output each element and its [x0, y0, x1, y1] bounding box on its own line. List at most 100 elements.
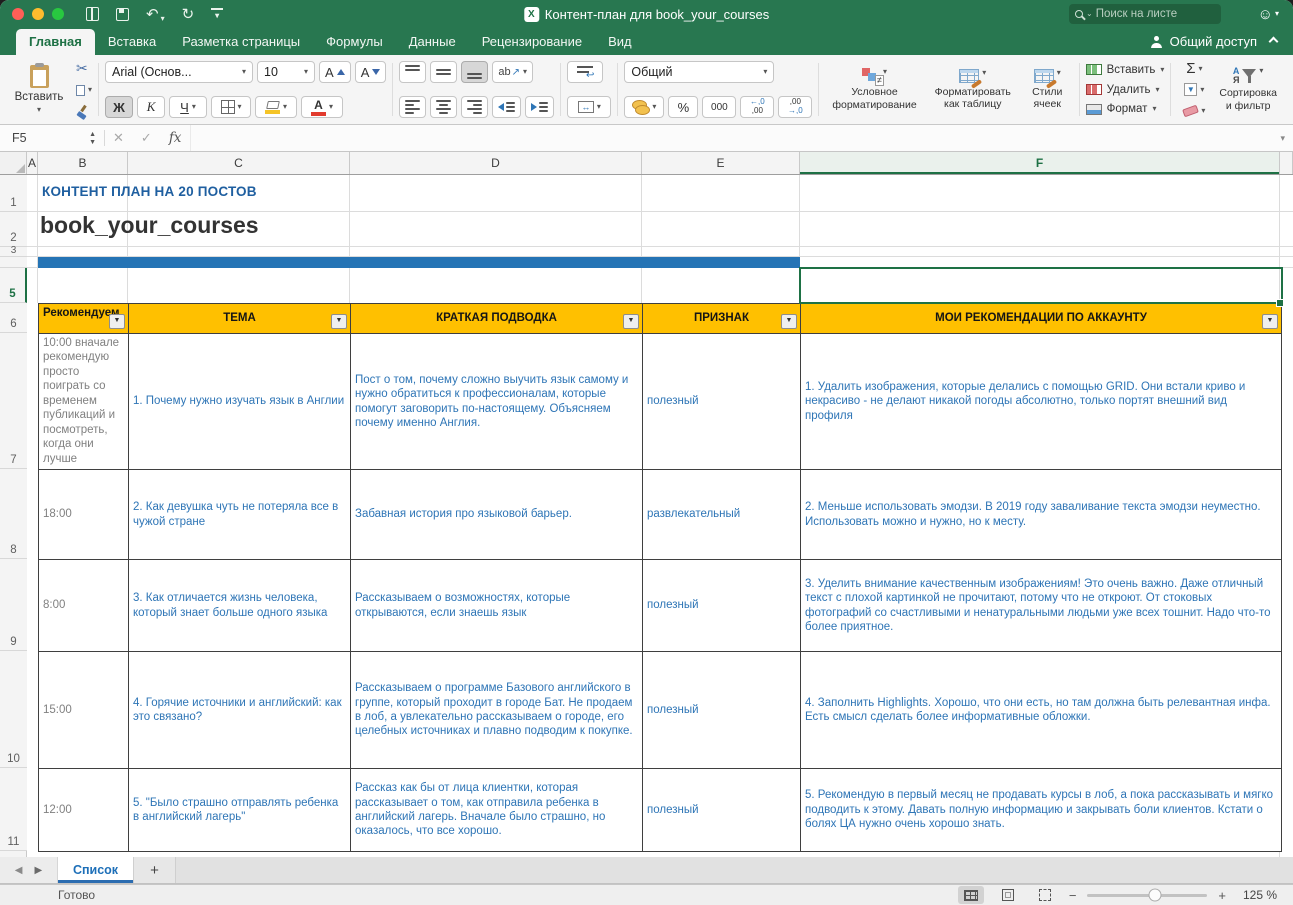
cell-time[interactable]: 12:00 [39, 769, 129, 852]
name-box-stepper[interactable]: ▲▼ [89, 131, 96, 146]
column-header-d[interactable]: D [350, 152, 642, 174]
header-time[interactable]: Рекомендуем▼ [39, 304, 129, 334]
cell-type[interactable]: полезный [643, 652, 801, 769]
formula-bar-expand-icon[interactable]: ▾ [1280, 133, 1285, 144]
cut-button[interactable]: ✂ [76, 61, 88, 75]
cell-time[interactable]: 10:00 вначале рекомендую просто поиграть… [39, 334, 129, 470]
row-header-1[interactable]: 1 [0, 175, 27, 212]
column-header-spare[interactable] [1280, 152, 1293, 174]
fill-button[interactable]: ▼▾ [1177, 80, 1211, 99]
undo-button[interactable]: ↶▾ [146, 5, 165, 23]
cell-topic[interactable]: 5. "Было страшно отправлять ребенка в ан… [129, 769, 351, 852]
share-button[interactable]: Общий доступ [1150, 34, 1293, 55]
zoom-out-button[interactable]: − [1069, 888, 1077, 903]
clear-button[interactable]: ▾ [1177, 101, 1211, 120]
cell-lead[interactable]: Рассказ как бы от лица клиентки, которая… [351, 769, 643, 852]
tab-page-layout[interactable]: Разметка страницы [169, 29, 313, 55]
tab-data[interactable]: Данные [396, 29, 469, 55]
filter-button[interactable]: ▼ [781, 314, 797, 329]
filter-button[interactable]: ▼ [1262, 314, 1278, 329]
filter-button[interactable]: ▼ [623, 314, 639, 329]
cell-topic[interactable]: 1. Почему нужно изучать язык в Англии [129, 334, 351, 470]
align-bottom-button[interactable] [461, 61, 488, 83]
increase-decimal-button[interactable]: ←,0,00 [740, 96, 774, 118]
align-right-button[interactable] [461, 96, 488, 118]
cell-recommendation[interactable]: 2. Меньше использовать эмодзи. В 2019 го… [801, 470, 1282, 560]
cell-recommendation[interactable]: 4. Заполнить Highlights. Хорошо, что они… [801, 652, 1282, 769]
decrease-indent-button[interactable] [492, 96, 521, 118]
row-header-7[interactable]: 7 [0, 333, 27, 469]
column-header-c[interactable]: C [128, 152, 350, 174]
align-middle-button[interactable] [430, 61, 457, 83]
row-header-3[interactable]: 3 [0, 247, 27, 257]
page-break-view-button[interactable] [1032, 886, 1058, 904]
conditional-formatting-button[interactable]: ≠▾ Условное форматирование [825, 68, 923, 110]
cell-type[interactable]: полезный [643, 334, 801, 470]
minimize-button[interactable] [32, 8, 44, 20]
row-header-8[interactable]: 8 [0, 469, 27, 559]
format-cells-button[interactable]: Формат ▾ [1086, 100, 1165, 118]
cell-recommendation[interactable]: 1. Удалить изображения, которые делались… [801, 334, 1282, 470]
underline-button[interactable]: Ч▾ [169, 96, 207, 118]
align-left-button[interactable] [399, 96, 426, 118]
row-header-5[interactable]: 5 [0, 268, 27, 303]
fill-handle[interactable] [1276, 299, 1284, 307]
fullscreen-button[interactable] [52, 8, 64, 20]
font-color-button[interactable]: А ▾ [301, 96, 343, 118]
cell-type[interactable]: полезный [643, 560, 801, 652]
cancel-entry-button[interactable]: ✕ [113, 130, 124, 146]
normal-view-button[interactable] [958, 886, 984, 904]
panes-button[interactable] [86, 7, 99, 21]
row-header-10[interactable]: 10 [0, 651, 27, 768]
row-header-2[interactable]: 2 [0, 212, 27, 247]
toolbar-options-button[interactable]: ▾ [211, 8, 223, 20]
column-header-e[interactable]: E [642, 152, 800, 174]
cell-lead[interactable]: Рассказываем о программе Базового англий… [351, 652, 643, 769]
font-size-select[interactable]: 10 ▾ [257, 61, 315, 83]
merge-center-button[interactable]: ↔ ▾ [567, 96, 611, 118]
header-topic[interactable]: ТЕМА▼ [129, 304, 351, 334]
increase-indent-button[interactable] [525, 96, 554, 118]
autosum-button[interactable]: Σ▾ [1177, 59, 1211, 78]
page-layout-view-button[interactable] [995, 886, 1021, 904]
row-header-11[interactable]: 11 [0, 768, 27, 851]
next-sheet-button[interactable]: ▶ [35, 865, 43, 876]
cell-time[interactable]: 8:00 [39, 560, 129, 652]
percent-format-button[interactable]: % [668, 96, 698, 118]
sheet-tab-spisok[interactable]: Список [58, 857, 134, 883]
cell-time[interactable]: 18:00 [39, 470, 129, 560]
feedback-button[interactable]: ☺ ▾ [1258, 0, 1279, 28]
close-button[interactable] [12, 8, 24, 20]
cell-topic[interactable]: 4. Горячие источники и английский: как э… [129, 652, 351, 769]
format-painter-button[interactable] [76, 105, 89, 118]
row-header-6[interactable]: 6 [0, 303, 27, 333]
bold-button[interactable]: Ж [105, 96, 133, 118]
cell-topic[interactable]: 3. Как отличается жизнь человека, которы… [129, 560, 351, 652]
prev-sheet-button[interactable]: ◀ [15, 865, 23, 876]
filter-button[interactable]: ▼ [331, 314, 347, 329]
italic-button[interactable]: К [137, 96, 165, 118]
tab-review[interactable]: Рецензирование [469, 29, 595, 55]
align-top-button[interactable] [399, 61, 426, 83]
cell-topic[interactable]: 2. Как девушка чуть не потеряла все в чу… [129, 470, 351, 560]
zoom-in-button[interactable]: + [1218, 888, 1226, 903]
header-lead[interactable]: КРАТКАЯ ПОДВОДКА▼ [351, 304, 643, 334]
copy-button[interactable]: ▾ [76, 85, 92, 96]
redo-button[interactable]: ↻ [182, 5, 195, 23]
formula-input[interactable] [190, 125, 1272, 151]
orientation-button[interactable]: ab↗ ▾ [492, 61, 533, 83]
confirm-entry-button[interactable]: ✓ [141, 130, 152, 146]
collapse-ribbon-icon[interactable] [1269, 36, 1279, 46]
align-center-button[interactable] [430, 96, 457, 118]
borders-button[interactable]: ▾ [211, 96, 251, 118]
sort-filter-button[interactable]: АЯ ▾ Сортировка и фильтр [1213, 67, 1283, 111]
increase-font-button[interactable]: A [319, 61, 351, 83]
decrease-font-button[interactable]: A [355, 61, 387, 83]
cell-lead[interactable]: Рассказываем о возможностях, которые отк… [351, 560, 643, 652]
cell-lead[interactable]: Забавная история про языковой барьер. [351, 470, 643, 560]
cell-lead[interactable]: Пост о том, почему сложно выучить язык с… [351, 334, 643, 470]
column-header-f[interactable]: F [800, 152, 1280, 174]
fill-color-button[interactable]: ▾ [255, 96, 297, 118]
tab-view[interactable]: Вид [595, 29, 645, 55]
decrease-decimal-button[interactable]: ,00→,0 [778, 96, 812, 118]
